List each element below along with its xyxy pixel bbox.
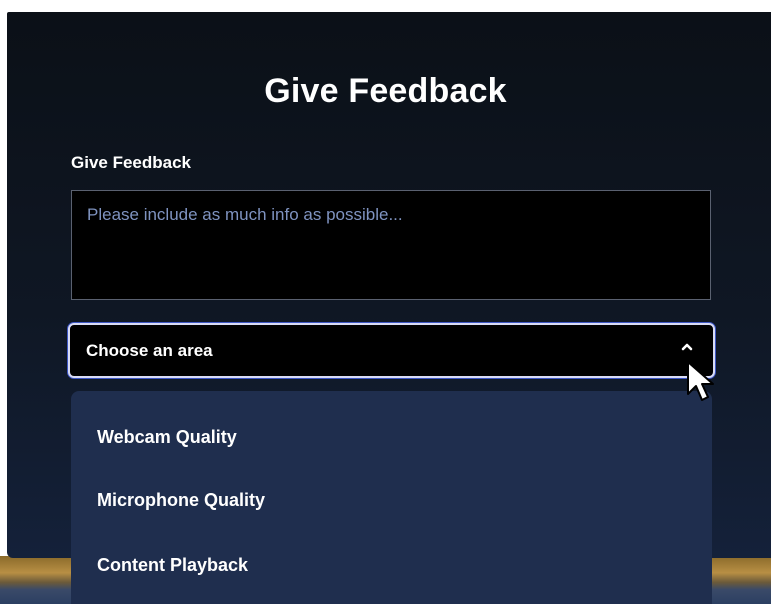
modal-title: Give Feedback — [264, 72, 507, 110]
area-select-value: Choose an area — [86, 341, 213, 360]
area-dropdown-menu: Webcam Quality Microphone Quality Conten… — [71, 391, 712, 604]
feedback-placeholder: Please include as much info as possible.… — [87, 205, 403, 224]
mouse-pointer-icon — [687, 361, 714, 401]
chevron-up-icon[interactable] — [679, 339, 695, 355]
screen: Give Feedback Give Feedback Please inclu… — [0, 0, 771, 604]
option-microphone-quality[interactable]: Microphone Quality — [97, 490, 265, 511]
option-webcam-quality[interactable]: Webcam Quality — [97, 427, 237, 448]
feedback-field-label: Give Feedback — [71, 153, 192, 172]
option-content-playback[interactable]: Content Playback — [97, 555, 248, 576]
area-select[interactable]: Choose an area — [68, 323, 715, 378]
feedback-textarea[interactable]: Please include as much info as possible.… — [71, 190, 711, 300]
